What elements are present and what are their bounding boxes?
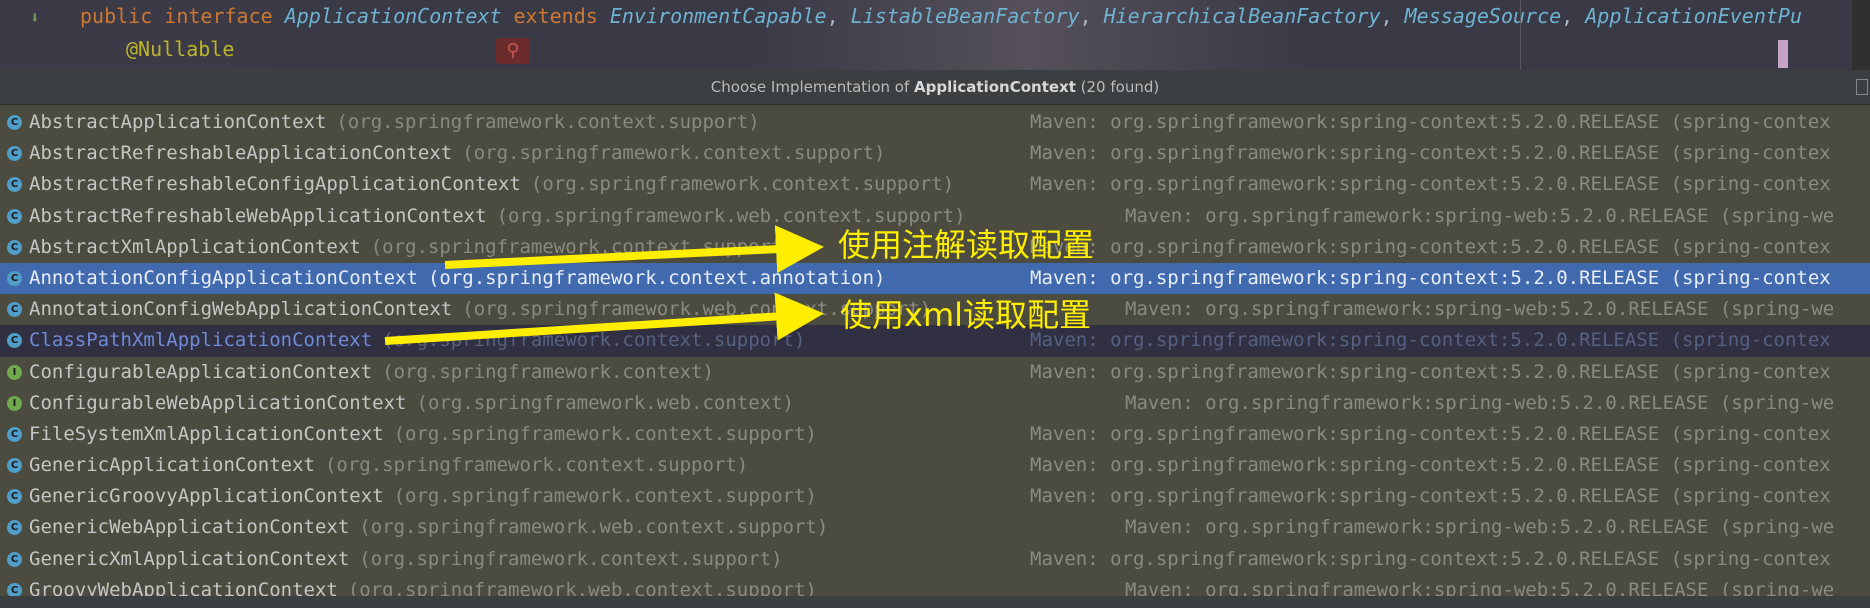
annotation-arrow-annotation: [444, 225, 824, 274]
annotation-arrow-xml: [384, 292, 824, 345]
annotation-label-annotation: 使用注解读取配置: [838, 226, 1095, 264]
annotation-label-xml: 使用xml读取配置: [840, 296, 1092, 334]
